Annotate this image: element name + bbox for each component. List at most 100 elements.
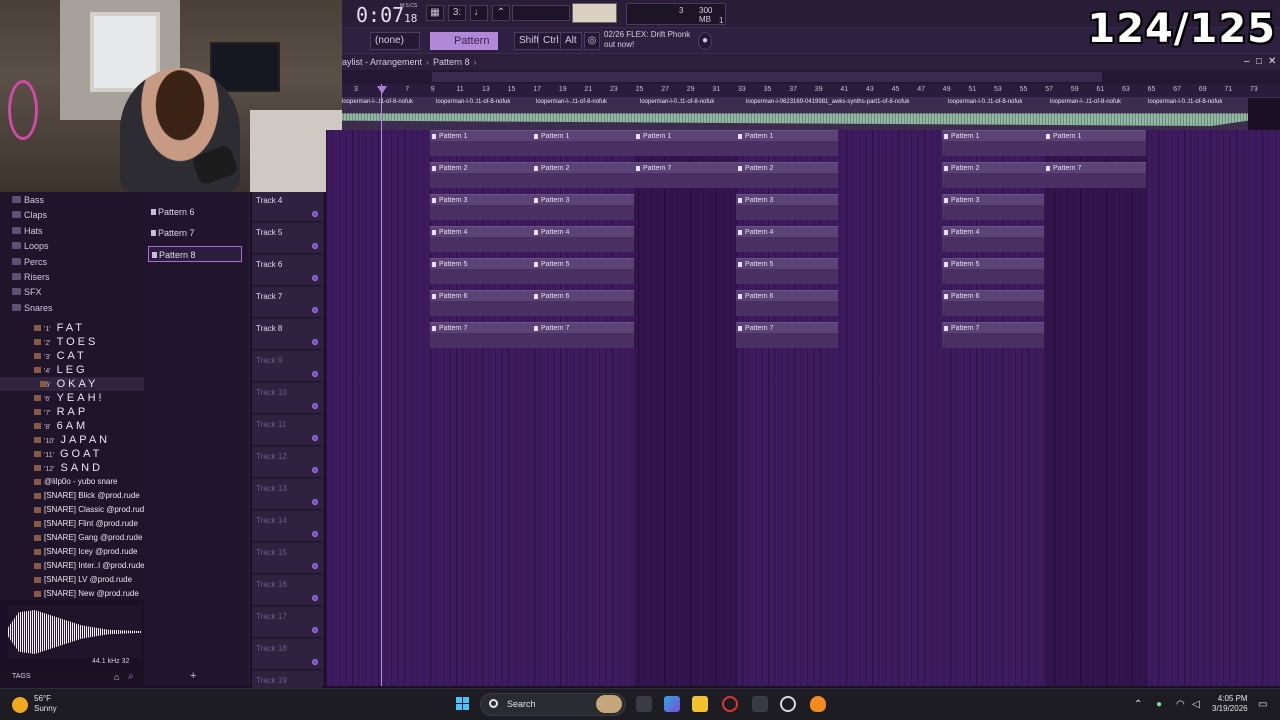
- close-icon[interactable]: ✕: [1268, 54, 1276, 70]
- track-header[interactable]: Track 13: [252, 480, 322, 510]
- typing-keyboard-icon[interactable]: ▦: [426, 5, 444, 21]
- minimize-icon[interactable]: –: [1244, 54, 1250, 70]
- pattern-clip[interactable]: Pattern 5: [736, 258, 838, 284]
- playlist-scrollbar[interactable]: [342, 70, 1280, 84]
- tempo-icon[interactable]: 3:: [448, 5, 466, 21]
- track-mute-icon[interactable]: [312, 595, 318, 601]
- playhead-line[interactable]: [381, 84, 382, 686]
- browser-sound[interactable]: '3' CAT: [0, 349, 144, 363]
- fl-studio-icon[interactable]: [810, 696, 826, 712]
- pattern-clip[interactable]: Pattern 3: [532, 194, 634, 220]
- audio-clip-label[interactable]: looperman-l-0..t1-of-8-nofuk: [436, 98, 534, 107]
- track-header[interactable]: Track 15: [252, 544, 322, 574]
- pattern-clip[interactable]: Pattern 1: [736, 130, 838, 156]
- weather-widget[interactable]: 56°F Sunny: [34, 694, 57, 714]
- browser-sound[interactable]: '11' GOAT: [0, 447, 144, 461]
- pattern-clip[interactable]: Pattern 2: [430, 162, 532, 188]
- track-header[interactable]: Track 11: [252, 416, 322, 446]
- pattern-clip[interactable]: Pattern 1: [634, 130, 736, 156]
- browser-sound[interactable]: '4' LEG: [0, 363, 144, 377]
- browser-sample[interactable]: [SNARE] Blick @prod.rude: [0, 489, 144, 503]
- taskbar-clock[interactable]: 4:05 PM 3/19/2026: [1212, 694, 1248, 714]
- pattern-clip[interactable]: Pattern 2: [736, 162, 838, 188]
- audio-clip-label[interactable]: looperman-l-..t1-of-8-nofuk: [1050, 98, 1146, 107]
- audio-clip-label[interactable]: looperman-l-0..t1-of-8-nofuk: [1148, 98, 1246, 107]
- pattern-clip[interactable]: Pattern 6: [430, 290, 532, 316]
- pattern-clip[interactable]: Pattern 7: [942, 322, 1044, 348]
- track-mute-icon[interactable]: [312, 403, 318, 409]
- pattern-clip[interactable]: Pattern 1: [430, 130, 532, 156]
- browser-sound[interactable]: '7' RAP: [0, 405, 144, 419]
- audio-clip-row[interactable]: looperman-l-..t1-of-8-nofuk looperman-l-0…: [342, 98, 1248, 130]
- pattern-clip[interactable]: Pattern 4: [532, 226, 634, 252]
- browser-sound[interactable]: '1' FAT: [0, 321, 144, 335]
- pattern-picker-item[interactable]: Pattern 7: [148, 225, 242, 241]
- pattern-clip[interactable]: Pattern 6: [532, 290, 634, 316]
- track-mute-icon[interactable]: [312, 467, 318, 473]
- pattern-clip[interactable]: Pattern 3: [736, 194, 838, 220]
- browser-sound[interactable]: '10' JAPAN: [0, 433, 144, 447]
- pattern-clip[interactable]: Pattern 4: [736, 226, 838, 252]
- browser-sample[interactable]: [SNARE] LV @prod.rude: [0, 573, 144, 587]
- track-header[interactable]: Track 17: [252, 608, 322, 638]
- opera-icon[interactable]: [722, 696, 738, 712]
- audio-clip-label[interactable]: looperman-l-0..t1-of-8-nofuk: [948, 98, 1048, 107]
- track-mute-icon[interactable]: [312, 659, 318, 665]
- pattern-clip[interactable]: Pattern 1: [942, 130, 1044, 156]
- pattern-clip[interactable]: Pattern 7: [430, 322, 532, 348]
- track-mute-icon[interactable]: [312, 499, 318, 505]
- browser-folder[interactable]: Risers: [0, 270, 144, 284]
- online-icon[interactable]: ●: [698, 32, 712, 50]
- pattern-clip[interactable]: Pattern 4: [430, 226, 532, 252]
- audio-clip-label[interactable]: looperman-l-..t1-of-8-nofuk: [342, 98, 434, 107]
- browser-folder[interactable]: Claps: [0, 208, 144, 222]
- pattern-clip[interactable]: Pattern 5: [942, 258, 1044, 284]
- browser-folder[interactable]: Bass: [0, 193, 144, 207]
- track-header[interactable]: Track 12: [252, 448, 322, 478]
- pattern-clip[interactable]: Pattern 7: [532, 322, 634, 348]
- browser-sample[interactable]: [SNARE] Gang @prod.rude: [0, 531, 144, 545]
- store-icon[interactable]: [752, 696, 768, 712]
- folder-icon[interactable]: ⌂: [114, 672, 119, 682]
- audio-clip-label[interactable]: looperman-l-..t1-of-8-nofuk: [536, 98, 638, 107]
- news-icon[interactable]: ◎: [584, 32, 600, 50]
- record-mode-icon[interactable]: ⌃: [492, 5, 510, 21]
- playlist-grid[interactable]: Pattern 1 Pattern 1 Pattern 1 Pattern 1 Patt…: [326, 130, 1280, 686]
- file-explorer-icon[interactable]: [692, 696, 708, 712]
- windows-start-icon[interactable]: [456, 697, 470, 711]
- microphone-icon[interactable]: ●: [1156, 699, 1162, 710]
- browser-folder[interactable]: Percs: [0, 255, 144, 269]
- pattern-clip[interactable]: Pattern 5: [532, 258, 634, 284]
- pattern-picker-item[interactable]: Pattern 8: [148, 246, 242, 262]
- track-mute-icon[interactable]: [312, 339, 318, 345]
- pattern-clip[interactable]: Pattern 7: [634, 162, 736, 188]
- timeline-ruler[interactable]: 3 57 9 11 13 15 17 19 21 23 25 27 29 31 33 35 37 39 41 43 45…: [342, 84, 1280, 98]
- browser-sound[interactable]: '8' 6AM: [0, 419, 144, 433]
- track-header[interactable]: Track 18: [252, 640, 322, 670]
- tray-chevron-icon[interactable]: ⌃: [1134, 699, 1142, 710]
- pattern-clip[interactable]: Pattern 2: [942, 162, 1044, 188]
- pattern-clip[interactable]: Pattern 6: [736, 290, 838, 316]
- search-icon[interactable]: ⌕: [128, 671, 134, 682]
- pattern-clip[interactable]: Pattern 3: [430, 194, 532, 220]
- track-mute-icon[interactable]: [312, 627, 318, 633]
- track-mute-icon[interactable]: [312, 275, 318, 281]
- browser-sample[interactable]: [SNARE] Inter..l @prod.rude: [0, 559, 144, 573]
- track-mute-icon[interactable]: [312, 307, 318, 313]
- browser-sample[interactable]: [SNARE] Classic @prod.rude: [0, 503, 144, 517]
- audio-clip-label[interactable]: looperman-l-0623169-0419981_awks-synths-…: [746, 98, 946, 107]
- add-pattern-icon[interactable]: +: [190, 670, 196, 682]
- pattern-clip[interactable]: Pattern 5: [430, 258, 532, 284]
- browser-sample[interactable]: [SNARE] Icey @prod.rude: [0, 545, 144, 559]
- playlist-current-pattern[interactable]: Pattern 8: [433, 57, 470, 67]
- pattern-clip[interactable]: Pattern 1: [532, 130, 634, 156]
- pattern-clip[interactable]: Pattern 7: [1044, 162, 1146, 188]
- pattern-clip[interactable]: Pattern 3: [942, 194, 1044, 220]
- track-header[interactable]: Track 9: [252, 352, 322, 382]
- pattern-clip[interactable]: Pattern 6: [942, 290, 1044, 316]
- track-mute-icon[interactable]: [312, 371, 318, 377]
- track-header[interactable]: Track 5: [252, 224, 322, 254]
- sun-icon[interactable]: [12, 697, 28, 713]
- track-header[interactable]: Track 10: [252, 384, 322, 414]
- browser-sample[interactable]: @lilp0o - yubo snare: [0, 475, 144, 489]
